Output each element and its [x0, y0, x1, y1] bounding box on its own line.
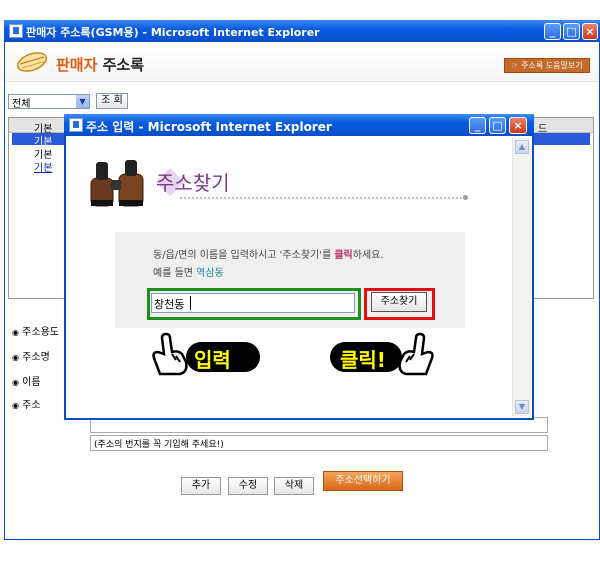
form-label-address-text: 주소 — [22, 400, 41, 411]
page-title-suffix: 주소록 — [97, 56, 145, 74]
page-title: 판매자 주소록 — [56, 54, 144, 75]
popup-scrollbar[interactable]: ▲ ▼ — [512, 138, 531, 416]
ie-icon — [69, 118, 83, 132]
table-row[interactable]: 기본 — [12, 146, 64, 161]
form-label-usage-text: 주소용도 — [22, 327, 59, 338]
table-row[interactable]: 기본 — [12, 159, 64, 174]
form-label-name-text: 이름 — [22, 377, 41, 388]
filter-select[interactable]: 전체 ▼ — [8, 94, 90, 110]
popup-close-button[interactable]: × — [509, 117, 527, 134]
example-value: 역삼동 — [196, 268, 224, 279]
heading-dot-icon — [463, 195, 468, 200]
form-label-address-name: ◉ 주소명 — [12, 348, 50, 363]
add-button[interactable]: 추가 — [181, 477, 221, 495]
bullet-icon: ◉ — [12, 378, 19, 387]
instruction-suffix: 하세요. — [352, 250, 384, 261]
address-note-field[interactable]: (주소의 번지를 꼭 기입해 주세요!) — [90, 435, 548, 451]
form-label-name: ◉ 이름 — [12, 373, 41, 388]
delete-button[interactable]: 삭제 — [274, 477, 314, 495]
edit-button[interactable]: 수정 — [228, 477, 268, 495]
address-book-icon — [16, 52, 48, 72]
address-note: (주소의 번지를 꼭 기입해 주세요!) — [94, 440, 224, 450]
dong-search-input-value: 창천동 — [154, 298, 185, 311]
form-labels: ◉ 주소용도 ◉ 주소명 ◉ 이름 ◉ 주소 — [12, 323, 72, 413]
binoculars-icon — [90, 160, 144, 207]
close-icon: × — [513, 119, 523, 132]
select-address-button[interactable]: 주소선택하기 — [323, 471, 403, 491]
form-label-address-name-text: 주소명 — [22, 352, 50, 363]
input-callout-label: 입력 — [194, 348, 231, 372]
heading-dotted-line — [180, 197, 466, 199]
edit-button-label: 수정 — [238, 480, 258, 491]
select-address-button-label: 주소선택하기 — [335, 475, 391, 486]
find-address-button[interactable]: 주소찾기 — [371, 292, 427, 312]
close-icon: × — [585, 25, 595, 38]
instruction-highlight: 클릭 — [334, 250, 353, 261]
popup-heading: 주소찾기 — [156, 171, 230, 195]
form-label-address: ◉ 주소 — [12, 396, 41, 411]
search-button-label: 조 회 — [101, 95, 123, 106]
minimize-button[interactable]: _ — [544, 23, 561, 40]
page-title-prefix: 판매자 — [56, 56, 98, 74]
pointing-hand-icon — [152, 332, 188, 376]
form-label-usage: ◉ 주소용도 — [12, 323, 59, 338]
chevron-down-icon[interactable]: ▼ — [76, 95, 89, 108]
scroll-up-icon[interactable]: ▲ — [515, 140, 529, 154]
click-callout: 클릭! — [330, 342, 402, 372]
help-icon: ☞ — [511, 61, 522, 70]
bullet-icon: ◉ — [12, 401, 19, 410]
minimize-icon: _ — [474, 119, 481, 132]
add-button-label: 추가 — [191, 480, 211, 491]
close-button[interactable]: × — [582, 23, 598, 40]
delete-button-label: 삭제 — [284, 480, 304, 491]
input-callout: 입력 — [186, 342, 260, 372]
help-button-label: 주소록 도움말보기 — [521, 61, 583, 70]
help-button[interactable]: ☞ 주소록 도움말보기 — [504, 58, 590, 73]
popup-maximize-button[interactable]: □ — [489, 117, 506, 134]
maximize-icon: □ — [492, 119, 503, 132]
ie-icon — [9, 24, 23, 38]
main-titlebar[interactable]: 판매자 주소록(GSM용) - Microsoft Internet Explo… — [4, 20, 600, 42]
popup-minimize-button[interactable]: _ — [469, 117, 486, 134]
popup-titlebar[interactable]: 주소 입력 - Microsoft Internet Explorer _ □ … — [64, 114, 534, 136]
filter-select-value: 전체 — [12, 99, 31, 110]
table-row[interactable]: 기본 — [12, 133, 64, 148]
bullet-icon: ◉ — [12, 353, 19, 362]
scroll-down-icon[interactable]: ▼ — [515, 400, 529, 414]
click-callout-label: 클릭! — [340, 348, 386, 372]
example-text: 예를 들면 역삼동 — [153, 264, 224, 279]
maximize-button[interactable]: □ — [563, 23, 580, 40]
popup-window-title: 주소 입력 - Microsoft Internet Explorer — [86, 120, 332, 134]
instruction-text: 동/읍/면의 이름을 입력하시고 '주소찾기'를 클릭하세요. — [153, 246, 384, 261]
maximize-icon: □ — [566, 25, 577, 38]
example-prefix: 예를 들면 — [153, 268, 197, 279]
instruction-prefix: 동/읍/면의 이름을 입력하시고 '주소찾기'를 — [153, 250, 335, 261]
find-address-button-label: 주소찾기 — [380, 296, 418, 307]
table-row-highlight-right — [532, 133, 590, 145]
main-window-title: 판매자 주소록(GSM용) - Microsoft Internet Explo… — [26, 26, 320, 39]
pointing-hand-icon — [398, 332, 434, 376]
dong-search-input[interactable]: 창천동 — [151, 293, 355, 313]
bullet-icon: ◉ — [12, 328, 19, 337]
minimize-icon: _ — [549, 25, 556, 38]
text-cursor — [190, 296, 191, 310]
search-button[interactable]: 조 회 — [96, 93, 128, 109]
table-row-label: 기본 — [34, 163, 53, 174]
